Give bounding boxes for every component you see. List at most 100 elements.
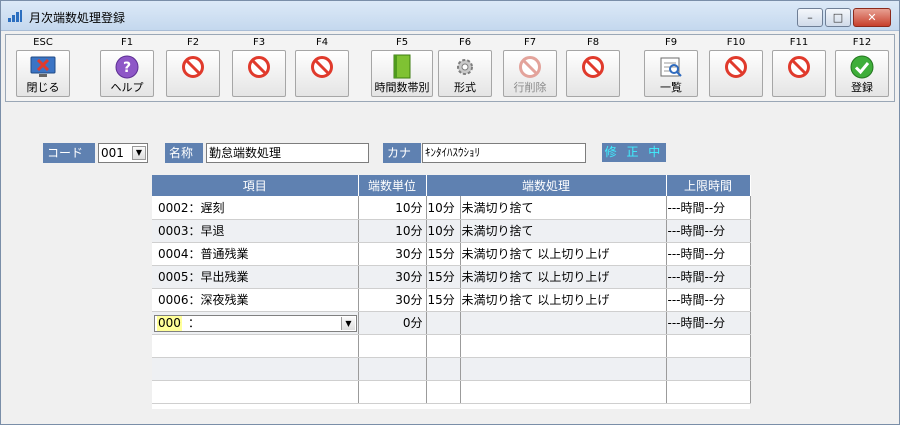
item-combo[interactable]: 000 ： ▼ [154, 314, 357, 332]
code-value: 001 [101, 146, 124, 160]
kana-field[interactable]: ｷﾝﾀｲﾊｽｳｼｮﾘ [422, 143, 586, 163]
f8-button[interactable] [566, 50, 620, 97]
fkey-f3: F3 [229, 35, 289, 101]
delete-row-button[interactable]: 行削除 [503, 50, 557, 97]
unit-cell[interactable]: 0分 [358, 311, 427, 335]
f3-button[interactable] [232, 50, 286, 97]
name-field[interactable]: 勤怠端数処理 [206, 143, 369, 163]
kana-label: カナ [383, 143, 421, 163]
fkey-f7-key: F7 [523, 37, 537, 48]
col-limit-header: 上限時間 [666, 175, 751, 196]
proc-unit-cell[interactable]: 10分 [426, 219, 461, 243]
item-cell[interactable]: 0002：遅刻 [152, 196, 359, 220]
minimize-button[interactable]: – [797, 8, 823, 27]
edit-row[interactable]: 000 ： ▼ 0分 ---時間--分 [152, 311, 751, 335]
proc-cell[interactable]: 未満切り捨て [460, 196, 667, 220]
col-item-header: 項目 [152, 175, 359, 196]
table-row[interactable]: 0006：深夜残業 30分 15分 未満切り捨て 以上切り上げ ---時間--分 [152, 288, 751, 312]
unit-cell[interactable]: 30分 [358, 265, 427, 289]
table-row[interactable]: 0004：普通残業 30分 15分 未満切り捨て 以上切り上げ ---時間--分 [152, 242, 751, 266]
format-button[interactable]: 形式 [438, 50, 492, 97]
f11-button[interactable] [772, 50, 826, 97]
format-label: 形式 [454, 81, 476, 94]
item-cell[interactable]: 0003：早退 [152, 219, 359, 243]
item-code-input[interactable]: 000 [157, 315, 182, 331]
unit-cell[interactable]: 30分 [358, 242, 427, 266]
limit-cell[interactable]: ---時間--分 [666, 242, 751, 266]
code-label: コード [43, 143, 95, 163]
fkey-f11: F11 [769, 35, 829, 101]
rounding-grid: 項目 端数単位 端数処理 上限時間 0002：遅刻 10分 10分 未満切り捨て… [152, 175, 751, 409]
proc-cell[interactable] [460, 311, 667, 335]
fkey-f10: F10 [706, 35, 766, 101]
chevron-down-icon[interactable]: ▼ [341, 316, 355, 330]
fkey-esc: ESC 閉じる [13, 35, 73, 101]
edit-status-badge: 修 正 中 [602, 143, 666, 162]
list-view-icon [658, 54, 684, 80]
empty-row [152, 357, 751, 381]
maximize-button[interactable]: □ [825, 8, 851, 27]
fkey-f9: F9 一覧 [641, 35, 701, 101]
help-button[interactable]: ? ヘルプ [100, 50, 154, 97]
unit-cell[interactable]: 10分 [358, 196, 427, 220]
proc-cell[interactable]: 未満切り捨て [460, 219, 667, 243]
f4-button[interactable] [295, 50, 349, 97]
list-button[interactable]: 一覧 [644, 50, 698, 97]
help-icon: ? [114, 54, 140, 80]
limit-cell[interactable]: ---時間--分 [666, 219, 751, 243]
fkey-f2-key: F2 [186, 37, 200, 48]
disabled-icon [309, 54, 335, 80]
fkey-f3-key: F3 [252, 37, 266, 48]
fkey-esc-key: ESC [33, 37, 53, 48]
proc-unit-cell[interactable] [426, 311, 461, 335]
proc-unit-cell[interactable]: 15分 [426, 242, 461, 266]
item-edit-cell[interactable]: 000 ： ▼ [152, 311, 359, 335]
proc-unit-cell[interactable]: 10分 [426, 196, 461, 220]
f10-button[interactable] [709, 50, 763, 97]
fkey-f6-key: F6 [458, 37, 472, 48]
item-cell[interactable]: 0006：深夜残業 [152, 288, 359, 312]
code-select[interactable]: 001 ▼ [98, 143, 148, 163]
proc-unit-cell[interactable]: 15分 [426, 288, 461, 312]
close-screen-button[interactable]: 閉じる [16, 50, 70, 97]
limit-cell[interactable]: ---時間--分 [666, 311, 751, 335]
list-label: 一覧 [660, 81, 682, 94]
table-row[interactable]: 0002：遅刻 10分 10分 未満切り捨て ---時間--分 [152, 196, 751, 220]
limit-cell[interactable]: ---時間--分 [666, 196, 751, 220]
disabled-icon [786, 54, 812, 80]
fkey-f10-key: F10 [726, 37, 746, 48]
unit-cell[interactable]: 30分 [358, 288, 427, 312]
proc-cell[interactable]: 未満切り捨て 以上切り上げ [460, 288, 667, 312]
item-cell[interactable]: 0004：普通残業 [152, 242, 359, 266]
limit-cell[interactable]: ---時間--分 [666, 265, 751, 289]
disabled-icon [723, 54, 749, 80]
f2-button[interactable] [166, 50, 220, 97]
fkey-f8: F8 [563, 35, 623, 101]
item-cell[interactable]: 0005：早出残業 [152, 265, 359, 289]
title-bar: 月次端数処理登録 – □ ✕ [1, 1, 899, 31]
unit-cell[interactable]: 10分 [358, 219, 427, 243]
limit-cell[interactable]: ---時間--分 [666, 288, 751, 312]
book-icon [389, 54, 415, 80]
fkey-f7: F7 行削除 [500, 35, 560, 101]
proc-unit-cell[interactable]: 15分 [426, 265, 461, 289]
disabled-icon [246, 54, 272, 80]
register-button[interactable]: 登録 [835, 50, 889, 97]
fkey-f4-key: F4 [315, 37, 329, 48]
time-band-button[interactable]: 時間数帯別 [371, 50, 433, 97]
table-row[interactable]: 0005：早出残業 30分 15分 未満切り捨て 以上切り上げ ---時間--分 [152, 265, 751, 289]
col-unit-header: 端数単位 [358, 175, 427, 196]
item-separator: ： [188, 315, 201, 330]
app-chart-icon [8, 10, 22, 22]
function-key-toolbar: ESC 閉じる F1 ? ヘルプ F2 F3 F4 F5 時間数帯別 F6 形式… [5, 34, 895, 102]
disabled-icon [180, 54, 206, 80]
name-label: 名称 [165, 143, 203, 163]
chevron-down-icon[interactable]: ▼ [132, 146, 146, 160]
fkey-f4: F4 [292, 35, 352, 101]
proc-cell[interactable]: 未満切り捨て 以上切り上げ [460, 242, 667, 266]
fkey-f2: F2 [163, 35, 223, 101]
close-button[interactable]: ✕ [853, 8, 891, 27]
table-row[interactable]: 0003：早退 10分 10分 未満切り捨て ---時間--分 [152, 219, 751, 243]
fkey-f6: F6 形式 [435, 35, 495, 101]
proc-cell[interactable]: 未満切り捨て 以上切り上げ [460, 265, 667, 289]
